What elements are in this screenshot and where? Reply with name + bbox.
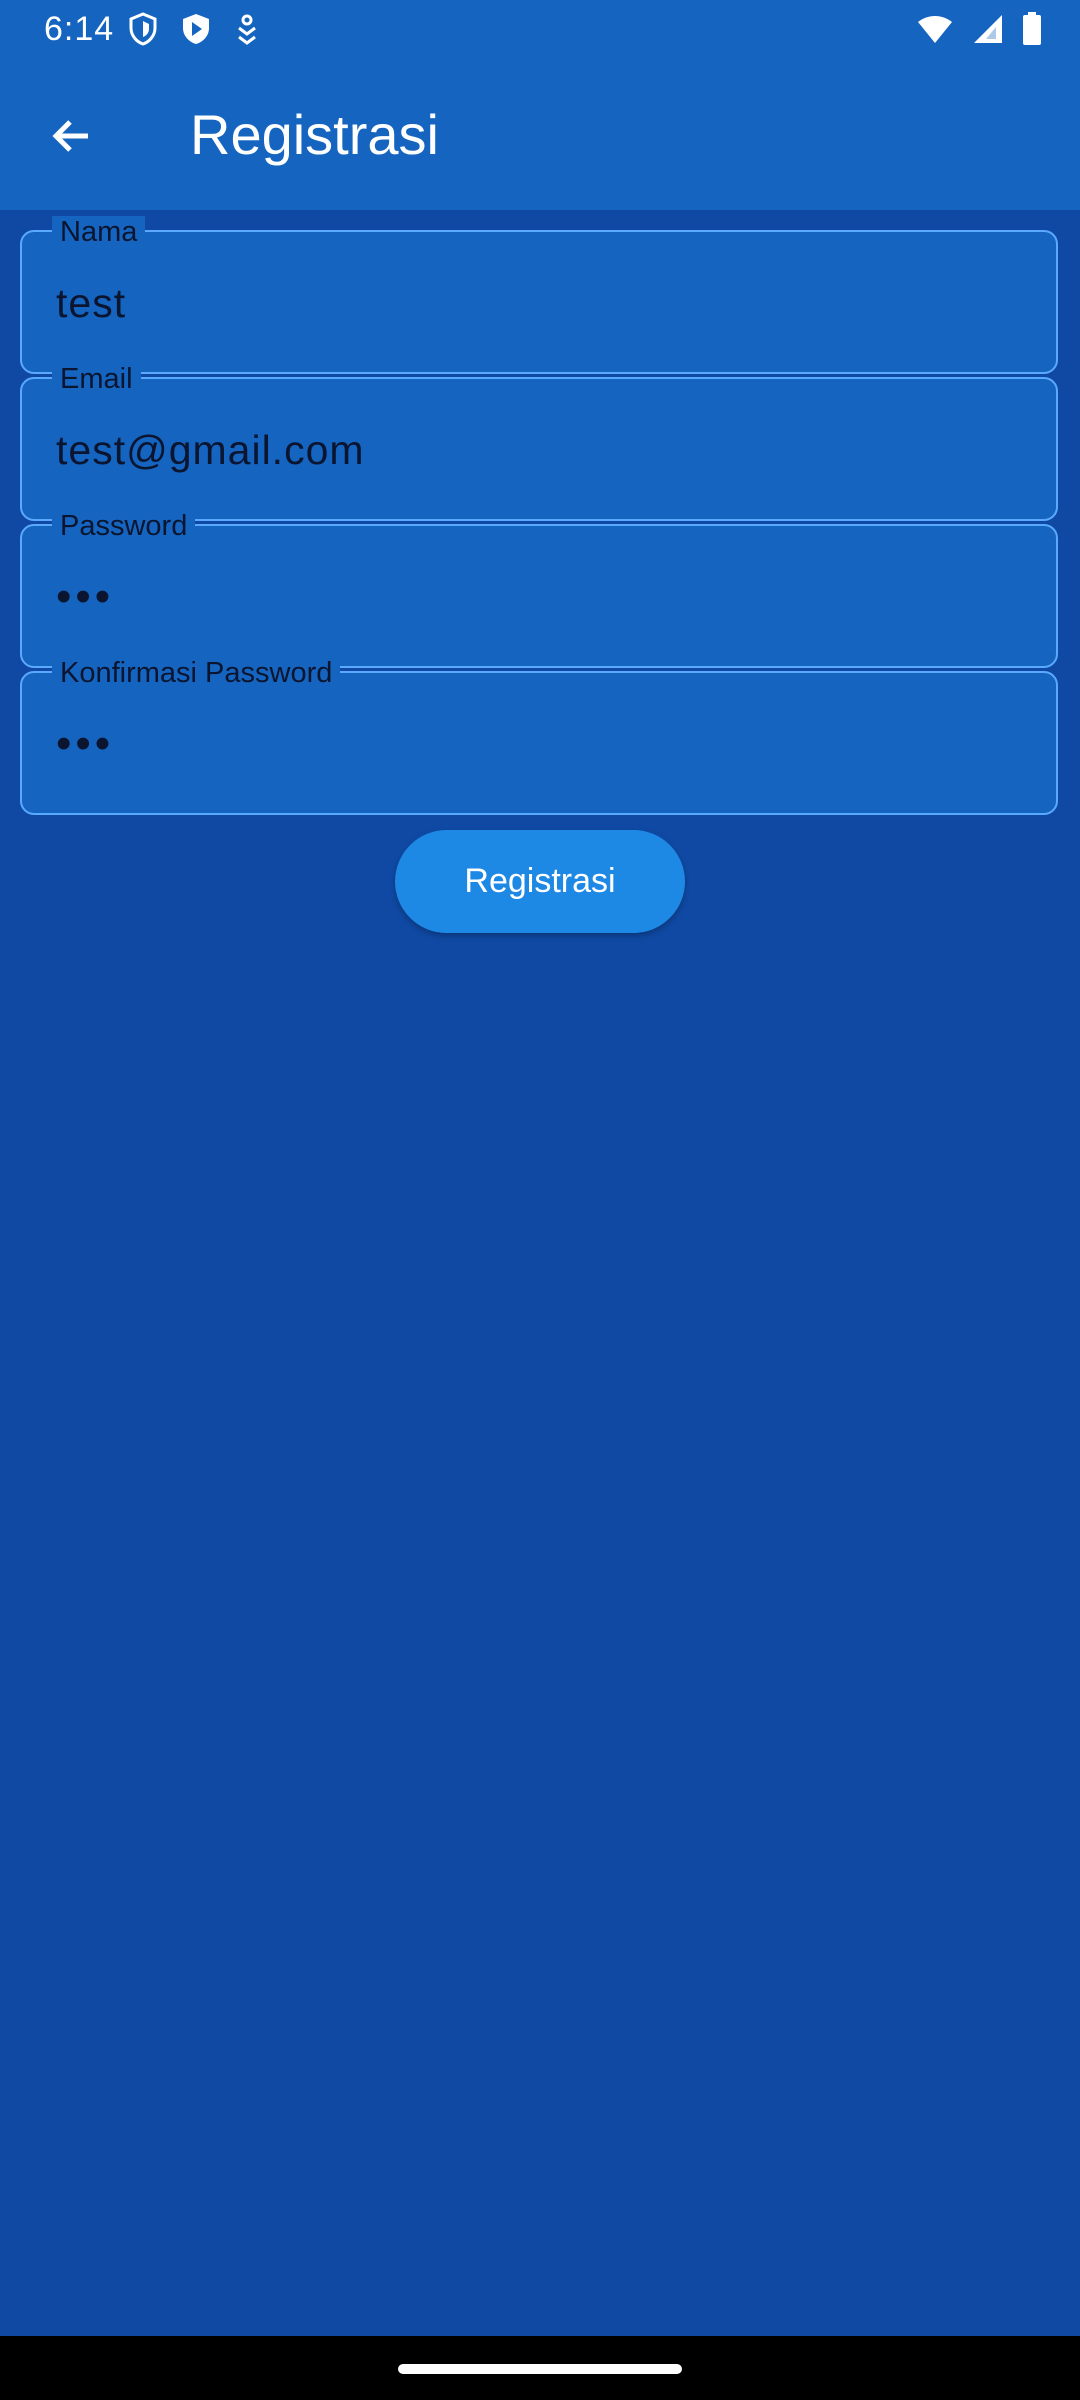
confirm-password-field-value[interactable]: ••• (56, 719, 114, 769)
arrow-back-icon (48, 112, 96, 165)
register-button[interactable]: Registrasi (395, 830, 685, 933)
confirm-password-field[interactable]: Konfirmasi Password ••• (20, 657, 1058, 815)
play-shield-icon (180, 12, 212, 51)
status-icons-left (128, 12, 260, 51)
confirm-password-field-label: Konfirmasi Password (52, 657, 341, 689)
wifi-icon (916, 14, 954, 49)
name-field[interactable]: Nama test (20, 216, 1058, 374)
page-title: Registrasi (190, 103, 439, 166)
system-nav-bar (0, 2336, 1080, 2400)
email-field-label: Email (52, 363, 141, 395)
back-button[interactable] (36, 102, 108, 174)
home-gesture-handle[interactable] (398, 2364, 682, 2374)
status-time: 6:14 (44, 10, 115, 48)
registration-form: Nama test Email test@gmail.com Password … (20, 216, 1058, 815)
signal-icon (972, 13, 1004, 50)
shield-icon (128, 12, 158, 51)
email-field[interactable]: Email test@gmail.com (20, 363, 1058, 521)
name-field-label: Nama (52, 216, 146, 248)
status-bar: 6:14 (0, 0, 1080, 60)
email-field-value[interactable]: test@gmail.com (56, 427, 365, 474)
password-field[interactable]: Password ••• (20, 510, 1058, 668)
download-icon (234, 13, 260, 50)
app-bar: Registrasi (0, 60, 1080, 210)
password-field-label: Password (52, 510, 196, 542)
battery-icon (1022, 12, 1042, 51)
password-field-value[interactable]: ••• (56, 572, 114, 622)
name-field-value[interactable]: test (56, 280, 126, 327)
status-icons-right (916, 12, 1042, 51)
